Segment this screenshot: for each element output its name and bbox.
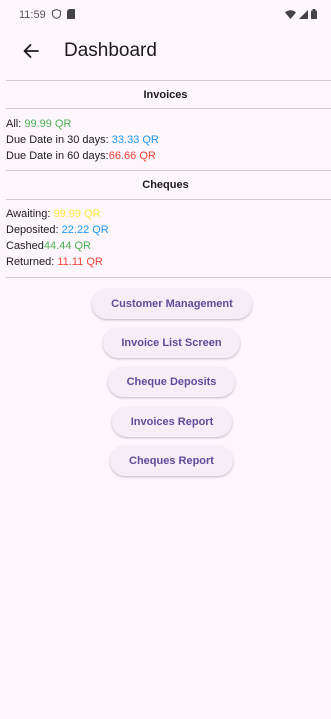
invoice-due-60-row: Due Date in 60 days:66.66 QR — [6, 150, 156, 162]
cheque-returned-label: Returned: — [6, 256, 58, 268]
back-button[interactable] — [18, 38, 44, 64]
status-time: 11:59 — [19, 9, 46, 21]
cheque-cashed-label: Cashed — [6, 240, 44, 252]
shield-icon — [52, 9, 61, 19]
page-title: Dashboard — [64, 40, 157, 61]
invoice-due-60-label: Due Date in 60 days: — [6, 150, 109, 162]
invoice-due-30-row: Due Date in 30 days: 33.33 QR — [6, 134, 159, 146]
app-bar: Dashboard — [0, 32, 331, 70]
arrow-back-icon — [23, 44, 39, 58]
invoice-due-60-value: 66.66 QR — [108, 150, 156, 162]
cheque-returned-row: Returned: 11.11 QR — [6, 256, 103, 268]
divider — [6, 170, 331, 171]
invoice-all-value: 99.99 QR — [24, 118, 72, 130]
signal-icon — [299, 9, 308, 19]
invoice-due-30-value: 33.33 QR — [111, 134, 159, 146]
invoice-all-row: All: 99.99 QR — [6, 118, 71, 130]
sim-card-icon — [67, 9, 75, 19]
customer-management-button[interactable]: Customer Management — [92, 289, 252, 319]
cheque-deposits-button[interactable]: Cheque Deposits — [108, 367, 235, 397]
invoices-header: Invoices — [143, 89, 188, 101]
wifi-icon — [285, 9, 296, 19]
cheque-cashed-value: 44.44 QR — [43, 240, 92, 252]
divider — [6, 277, 331, 278]
invoice-all-label: All: — [6, 118, 25, 130]
cheques-header: Cheques — [142, 179, 189, 191]
cheque-cashed-row: Cashed44.44 QR — [6, 240, 91, 252]
invoice-due-30-label: Due Date in 30 days: — [6, 134, 112, 146]
cheque-awaiting-label: Awaiting: — [6, 208, 54, 220]
cheque-awaiting-value: 99.99 QR — [53, 208, 101, 220]
cheque-deposited-value: 22.22 QR — [61, 224, 109, 236]
cheques-report-button[interactable]: Cheques Report — [110, 446, 233, 476]
status-bar: 11:59 — [0, 0, 331, 32]
cheque-deposited-label: Deposited: — [6, 224, 62, 236]
invoices-report-button[interactable]: Invoices Report — [112, 407, 232, 437]
cheque-deposited-row: Deposited: 22.22 QR — [6, 224, 109, 236]
cheque-awaiting-row: Awaiting: 99.99 QR — [6, 208, 101, 220]
divider — [6, 80, 331, 81]
divider — [6, 108, 331, 109]
divider — [6, 199, 331, 200]
battery-icon — [311, 9, 317, 19]
invoice-list-screen-button[interactable]: Invoice List Screen — [103, 328, 240, 358]
cheque-returned-value: 11.11 QR — [57, 256, 103, 268]
